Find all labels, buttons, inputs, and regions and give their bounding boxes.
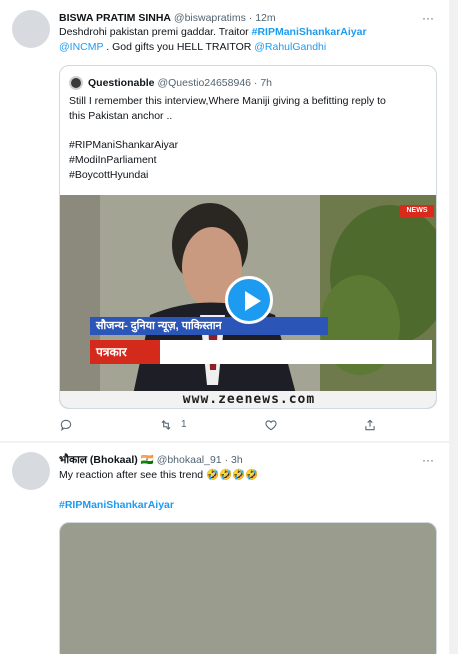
video-player[interactable]: NEWS सौजन्य- दुनिया न्यूज़, पाकिस्तान पत… xyxy=(60,195,436,408)
tweet-media[interactable] xyxy=(59,522,437,654)
quoted-hashtag: #RIPManiShankarAiyar xyxy=(69,139,179,151)
separator: · xyxy=(224,454,229,466)
retweet-icon xyxy=(161,420,171,430)
tweet-header: BISWA PRATIM SINHA @biswapratims · 12m xyxy=(59,10,424,26)
quoted-tweet[interactable]: Questionable @Questio24658946 · 7h Still… xyxy=(59,65,437,409)
heart-icon xyxy=(265,420,277,431)
channel-logo: NEWS xyxy=(400,205,434,217)
author-name[interactable]: BISWA PRATIM SINHA xyxy=(59,12,171,24)
quoted-hashtag: #BoycottHyundai xyxy=(69,169,149,181)
video-caption-band: सौजन्य- दुनिया न्यूज़, पाकिस्तान xyxy=(90,317,328,335)
tweet-text: My reaction after see this trend 🤣🤣🤣🤣 xyxy=(59,469,259,481)
quoted-line: this Pakistan anchor .. xyxy=(69,110,173,122)
quoted-line: Still I remember this interview,Where Ma… xyxy=(69,95,386,107)
retweet-button[interactable]: 1 xyxy=(159,416,187,434)
quoted-author-handle: @Questio24658946 xyxy=(157,77,251,89)
author-handle[interactable]: @biswapratims xyxy=(174,12,246,24)
avatar[interactable] xyxy=(12,452,50,490)
hashtag-link[interactable]: #RIPManiShankarAiyar xyxy=(59,498,434,513)
tweet[interactable]: भौकाल (Bhokaal) 🇮🇳 @bhokaal_91 · 3h ··· … xyxy=(0,443,449,654)
quoted-avatar xyxy=(69,76,83,90)
quoted-timestamp: 7h xyxy=(260,77,273,89)
quoted-text: Still I remember this interview,Where Ma… xyxy=(69,94,426,124)
tweet-text-part: . God gifts you HELL TRAITOR xyxy=(103,41,255,53)
quoted-author-name: Questionable xyxy=(88,77,155,89)
separator: · xyxy=(253,77,258,89)
reply-icon xyxy=(60,419,72,431)
timestamp[interactable]: 12m xyxy=(255,12,275,24)
quoted-hashtags: #RIPManiShankarAiyar #ModiInParliament #… xyxy=(69,138,426,183)
avatar[interactable] xyxy=(12,10,50,48)
flag-icon: 🇮🇳 xyxy=(140,454,154,466)
tweet[interactable]: BISWA PRATIM SINHA @biswapratims · 12m ·… xyxy=(0,0,449,443)
separator: · xyxy=(248,12,253,24)
mention-link[interactable]: @RahulGandhi xyxy=(254,41,326,53)
share-icon xyxy=(365,419,375,431)
share-button[interactable] xyxy=(363,416,385,434)
author-handle[interactable]: @bhokaal_91 xyxy=(157,454,222,466)
quoted-hashtag: #ModiInParliament xyxy=(69,154,157,166)
quoted-header: Questionable @Questio24658946 · 7h xyxy=(88,75,428,91)
timeline-feed: BISWA PRATIM SINHA @biswapratims · 12m ·… xyxy=(0,0,450,654)
timestamp[interactable]: 3h xyxy=(231,454,243,466)
like-button[interactable] xyxy=(264,416,286,434)
play-button-icon[interactable] xyxy=(225,276,273,324)
tweet-text: Deshdrohi pakistan premi gaddar. Traitor… xyxy=(59,25,434,55)
tweet-actions: 1 xyxy=(59,416,389,434)
retweet-count: 1 xyxy=(181,419,187,430)
video-caption-label: पत्रकार xyxy=(90,340,160,364)
more-options-icon[interactable]: ··· xyxy=(420,452,436,468)
mention-link[interactable]: @INCMP xyxy=(59,41,103,53)
author-name[interactable]: भौकाल (Bhokaal) xyxy=(59,454,138,466)
scrollbar[interactable] xyxy=(450,0,458,654)
video-url-strip: www.zeenews.com xyxy=(60,391,436,408)
tweet-text-part: Deshdrohi pakistan premi gaddar. Traitor xyxy=(59,26,252,38)
more-options-icon[interactable]: ··· xyxy=(420,10,436,26)
tweet-header: भौकाल (Bhokaal) 🇮🇳 @bhokaal_91 · 3h xyxy=(59,452,424,468)
hashtag-link[interactable]: #RIPManiShankarAiyar xyxy=(252,26,367,38)
reply-button[interactable] xyxy=(59,416,81,434)
